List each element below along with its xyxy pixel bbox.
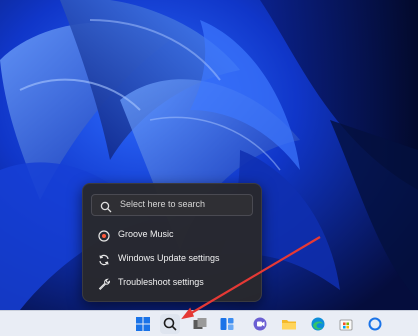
search-icon[interactable]: [160, 314, 180, 334]
menu-item-groove-music[interactable]: Groove Music: [89, 225, 255, 245]
menu-item-windows-update[interactable]: Windows Update settings: [89, 249, 255, 269]
search-placeholder: Select here to search: [120, 199, 206, 209]
menu-item-label: Troubleshoot settings: [118, 277, 204, 287]
widgets-icon[interactable]: [217, 314, 237, 334]
menu-item-troubleshoot[interactable]: Troubleshoot settings: [89, 273, 255, 293]
task-view-icon[interactable]: [190, 314, 210, 334]
search-context-popup: Select here to search Groove Music Windo…: [82, 183, 262, 302]
refresh-icon: [98, 253, 110, 266]
teams-chat-icon[interactable]: [250, 314, 270, 334]
menu-item-label: Windows Update settings: [118, 253, 220, 263]
groove-music-icon: [98, 229, 110, 242]
store-icon[interactable]: [336, 314, 356, 334]
file-explorer-icon[interactable]: [279, 314, 299, 334]
search-box[interactable]: Select here to search: [91, 194, 253, 216]
taskbar: [0, 310, 418, 336]
cortana-icon[interactable]: [365, 314, 385, 334]
menu-item-label: Groove Music: [118, 229, 174, 239]
wrench-icon: [98, 277, 111, 291]
edge-icon[interactable]: [308, 314, 328, 334]
search-icon: [100, 200, 112, 213]
start-icon[interactable]: [133, 314, 153, 334]
